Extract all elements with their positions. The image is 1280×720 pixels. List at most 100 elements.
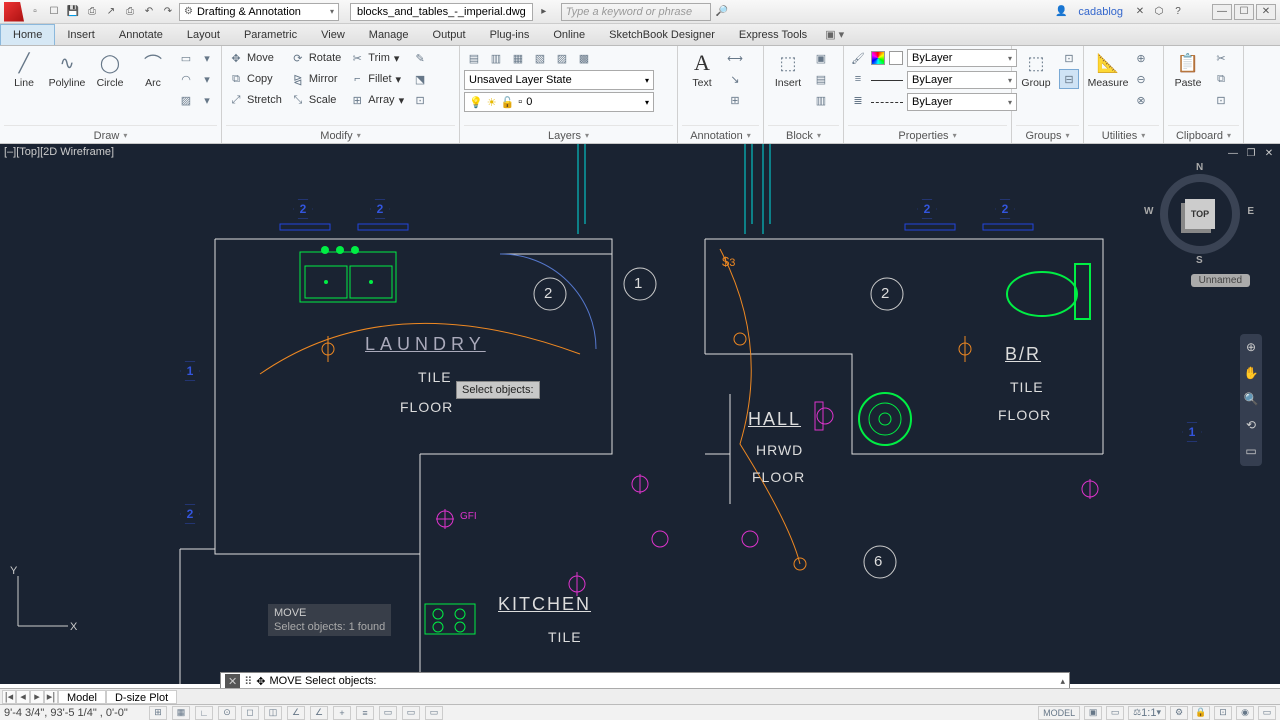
tab-plugins[interactable]: Plug-ins — [478, 24, 542, 45]
search-icon[interactable]: 🔎 — [714, 4, 730, 20]
dyn-toggle[interactable]: + — [333, 706, 351, 720]
tab-insert[interactable]: Insert — [55, 24, 107, 45]
nav-pan-icon[interactable]: ✋ — [1243, 366, 1259, 382]
lwt-toggle[interactable]: ≡ — [356, 706, 374, 720]
tab-annotate[interactable]: Annotate — [107, 24, 175, 45]
arc-button[interactable]: ⌒Arc — [133, 48, 173, 91]
panel-title-layers[interactable]: Layers — [464, 125, 673, 143]
layer-current-select[interactable]: 💡☀🔓▫0▾ — [464, 92, 654, 112]
match-props-icon[interactable]: 🖌 — [848, 48, 868, 68]
plot-icon[interactable]: ↗ — [103, 4, 119, 20]
saveas-icon[interactable]: ⎙ — [84, 4, 100, 20]
viewcube[interactable]: N S W E TOP — [1150, 164, 1250, 264]
otrack-toggle[interactable]: ∠ — [287, 706, 305, 720]
nav-showmotion-icon[interactable]: ▭ — [1243, 444, 1259, 460]
open-icon[interactable]: ☐ — [46, 4, 62, 20]
hatch-icon[interactable]: ▨ — [176, 90, 196, 110]
panel-title-utilities[interactable]: Utilities — [1088, 125, 1159, 143]
drawing-canvas[interactable] — [0, 144, 1280, 684]
ortho-toggle[interactable]: ∟ — [195, 706, 213, 720]
scale-button[interactable]: ⤡Scale — [288, 90, 344, 110]
offset-icon[interactable]: ⊡ — [410, 90, 430, 110]
panel-title-annotation[interactable]: Annotation — [682, 125, 759, 143]
tab-sketchbook[interactable]: SketchBook Designer — [597, 24, 727, 45]
linetype-select[interactable]: ByLayer — [907, 93, 1017, 111]
panel-title-properties[interactable]: Properties — [848, 125, 1007, 143]
grid-toggle[interactable]: ▦ — [172, 706, 190, 720]
isolate-icon[interactable]: ◉ — [1236, 706, 1254, 720]
paste-button[interactable]: 📋Paste — [1168, 48, 1208, 91]
tab-home[interactable]: Home — [0, 24, 55, 45]
ducs-toggle[interactable]: ∠ — [310, 706, 328, 720]
move-button[interactable]: ✥Move — [226, 48, 285, 68]
3dosnap-toggle[interactable]: ◫ — [264, 706, 282, 720]
layer-props-icon[interactable]: ▤ — [464, 48, 484, 68]
panel-title-draw[interactable]: Draw — [4, 125, 217, 143]
doc-menu-icon[interactable]: ▸ — [536, 4, 552, 20]
tab-express[interactable]: Express Tools — [727, 24, 819, 45]
explode-icon[interactable]: ⬔ — [410, 69, 430, 89]
array-button[interactable]: ⊞Array ▾ — [347, 90, 407, 110]
tab-last-icon[interactable]: ▸| — [44, 690, 58, 704]
navigation-bar[interactable]: ⊕ ✋ 🔍 ⟲ ▭ — [1240, 334, 1262, 466]
signin-icon[interactable]: 👤 — [1053, 4, 1069, 20]
panel-title-groups[interactable]: Groups — [1016, 125, 1079, 143]
cut-icon[interactable]: ✂ — [1211, 48, 1231, 68]
ellipse-icon[interactable]: ◠ — [176, 69, 196, 89]
undo-icon[interactable]: ↶ — [141, 4, 157, 20]
rectangle-icon[interactable]: ▭ — [176, 48, 196, 68]
maximize-button[interactable]: ☐ — [1234, 4, 1254, 20]
rotate-button[interactable]: ⟳Rotate — [288, 48, 344, 68]
lineweight-select[interactable]: ByLayer — [907, 71, 1017, 89]
fillet-button[interactable]: ⌐Fillet ▾ — [347, 69, 407, 89]
redo-icon[interactable]: ↷ — [160, 4, 176, 20]
leader-icon[interactable]: ↘ — [725, 69, 745, 89]
color-select[interactable]: ByLayer — [907, 49, 1017, 67]
help-search-input[interactable]: Type a keyword or phrase — [561, 3, 711, 21]
tab-layout[interactable]: Layout — [175, 24, 232, 45]
tab-first-icon[interactable]: |◂ — [2, 690, 16, 704]
tpy-toggle[interactable]: ▭ — [379, 706, 397, 720]
nav-orbit-icon[interactable]: ⟲ — [1243, 418, 1259, 434]
trim-button[interactable]: ✂Trim ▾ — [347, 48, 407, 68]
dim-icon[interactable]: ⟷ — [725, 48, 745, 68]
cmdline-expand-icon[interactable]: ▴ — [1060, 676, 1065, 687]
tab-online[interactable]: Online — [541, 24, 597, 45]
new-icon[interactable]: ▫ — [27, 4, 43, 20]
measure-button[interactable]: 📐Measure — [1088, 48, 1128, 91]
ws-switch-icon[interactable]: ⚙ — [1170, 706, 1188, 720]
clip-copy-icon[interactable]: ⧉ — [1211, 69, 1231, 89]
model-space-toggle[interactable]: MODEL — [1038, 706, 1080, 720]
snap-toggle[interactable]: ⊞ — [149, 706, 167, 720]
layout-quick-icon[interactable]: ▣ — [1084, 706, 1102, 720]
nav-zoom-icon[interactable]: 🔍 — [1243, 392, 1259, 408]
save-icon[interactable]: 💾 — [65, 4, 81, 20]
tab-model[interactable]: Model — [58, 690, 106, 704]
tab-output[interactable]: Output — [421, 24, 478, 45]
polyline-button[interactable]: ∿Polyline — [47, 48, 87, 91]
tab-parametric[interactable]: Parametric — [232, 24, 309, 45]
cmdline-close-icon[interactable]: ✕ — [225, 674, 240, 689]
erase-icon[interactable]: ✎ — [410, 48, 430, 68]
insert-button[interactable]: ⬚Insert — [768, 48, 808, 91]
text-button[interactable]: AText — [682, 48, 722, 91]
tab-view[interactable]: View — [309, 24, 357, 45]
qp-toggle[interactable]: ▭ — [402, 706, 420, 720]
hardware-accel-icon[interactable]: ⊡ — [1214, 706, 1232, 720]
exchange-icon[interactable]: ✕ — [1132, 4, 1148, 20]
osnap-toggle[interactable]: ◻ — [241, 706, 259, 720]
panel-title-clipboard[interactable]: Clipboard — [1168, 125, 1239, 143]
mirror-button[interactable]: ⧎Mirror — [288, 69, 344, 89]
circle-button[interactable]: ◯Circle — [90, 48, 130, 91]
anno-scale[interactable]: ⚖ 1:1 ▾ — [1128, 706, 1166, 720]
panel-title-block[interactable]: Block — [768, 125, 839, 143]
tab-prev-icon[interactable]: ◂ — [16, 690, 30, 704]
cmdline-grip-icon[interactable]: ⠿ — [244, 675, 252, 688]
layer-state-select[interactable]: Unsaved Layer State▾ — [464, 70, 654, 90]
drawing-viewport[interactable]: [–][Top][2D Wireframe] — ❐ ✕ — [0, 144, 1280, 684]
lock-ui-icon[interactable]: 🔒 — [1192, 706, 1210, 720]
sc-toggle[interactable]: ▭ — [425, 706, 443, 720]
tab-overflow-icon[interactable]: ▣ ▾ — [819, 24, 850, 45]
polar-toggle[interactable]: ⊙ — [218, 706, 236, 720]
close-button[interactable]: ✕ — [1256, 4, 1276, 20]
